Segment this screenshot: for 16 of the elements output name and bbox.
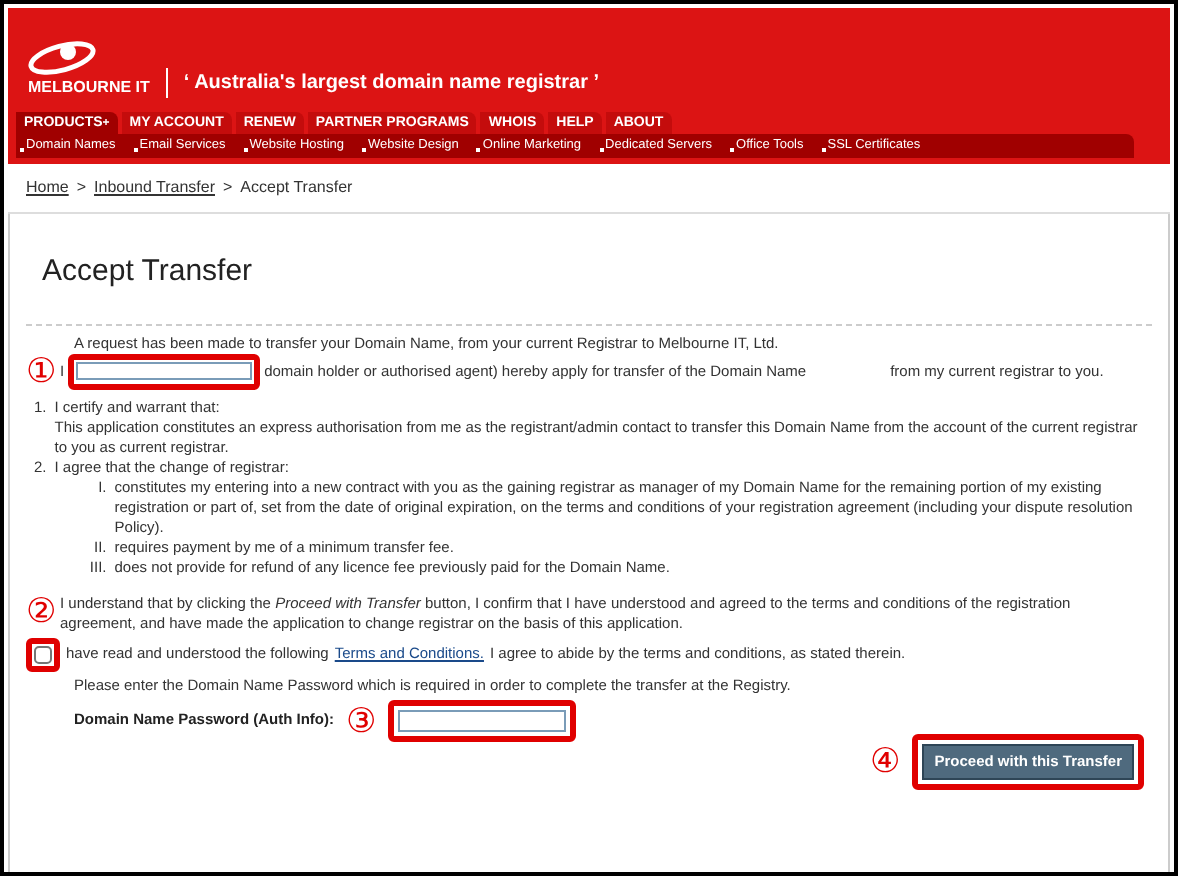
annotation-number: ③	[346, 703, 377, 737]
breadcrumb-text: >	[76, 176, 87, 200]
breadcrumb-link[interactable]: Home	[26, 176, 69, 200]
logo-icon	[28, 40, 96, 76]
page-title: Accept Transfer	[26, 214, 1152, 325]
logo-text: MELBOURNE IT	[28, 76, 150, 100]
breadcrumb-text: >	[223, 176, 233, 200]
name-field[interactable]	[76, 362, 253, 380]
annotation-number: ①	[26, 354, 56, 388]
annotation-number: ④	[870, 744, 901, 778]
annotation-number: ②	[26, 593, 56, 627]
terms-checkbox[interactable]	[34, 645, 52, 663]
tagline: ‘ Australia's largest domain name registrar ’	[165, 68, 600, 98]
password-field[interactable]	[398, 709, 567, 731]
breadcrumb-text: Accept Transfer	[240, 176, 353, 200]
breadcrumb-link[interactable]: Inbound Transfer	[94, 176, 215, 200]
